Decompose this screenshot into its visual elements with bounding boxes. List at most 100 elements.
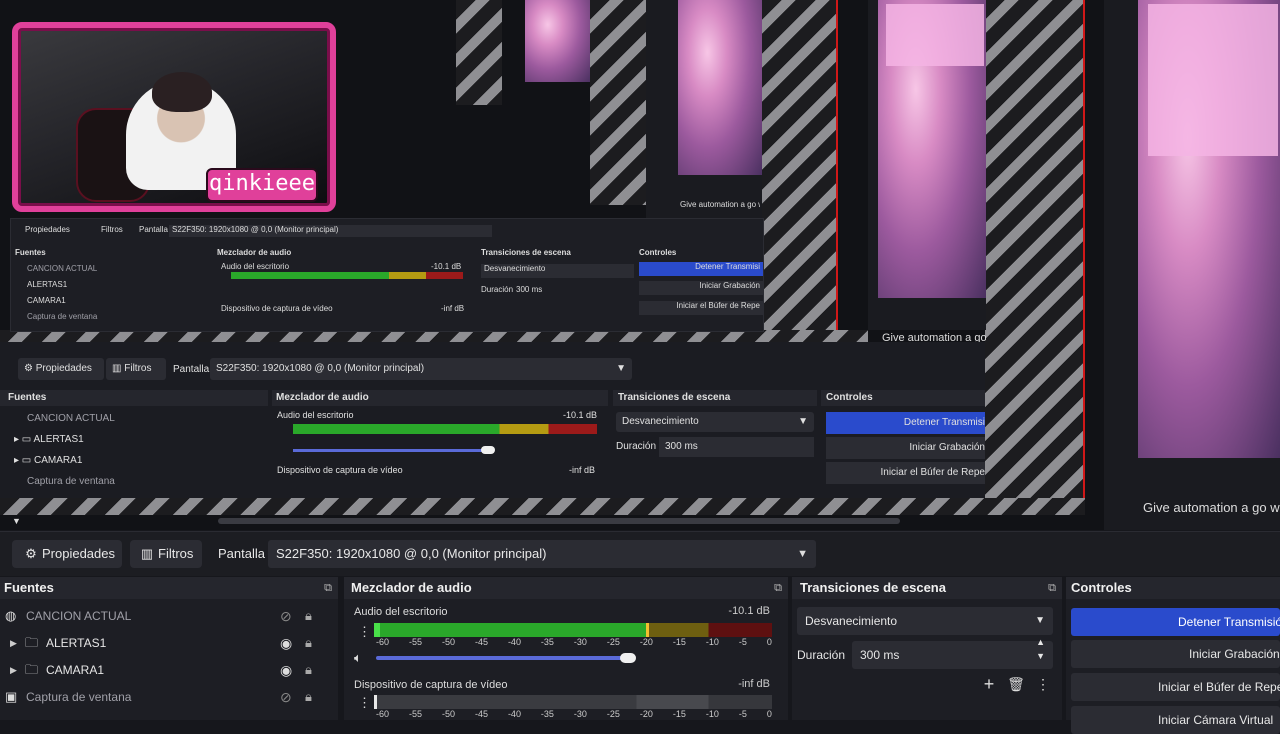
preview-red-edge <box>1083 0 1085 515</box>
nested-med-volume <box>293 449 493 452</box>
speaker-icon[interactable]: 🔈︎ <box>354 650 362 666</box>
channel-menu-icon[interactable]: ⋮ <box>358 624 371 640</box>
nested-small-src-3: Captura de ventana <box>27 312 98 321</box>
source-label: CAMARA1 <box>46 663 105 677</box>
stop-streaming-button[interactable]: Detener Transmisión <box>1071 608 1280 636</box>
expand-icon[interactable]: ▶ <box>10 657 17 683</box>
preview-stripes-small <box>590 0 646 205</box>
preview-canvas[interactable]: Give automation a go wit Give automation… <box>0 0 1280 530</box>
undock-icon[interactable]: ⧉ <box>1048 577 1056 599</box>
nested-med-pantalla: Pantalla <box>173 364 210 375</box>
nested-small-src-1: ALERTAS1 <box>27 280 68 289</box>
folder-icon: 🗀︎ <box>25 662 39 677</box>
start-virtual-camera-button[interactable]: Iniciar Cámara Virtual <box>1071 706 1280 734</box>
nested-small-src-2: CAMARA1 <box>27 296 66 305</box>
properties-button[interactable]: ⚙ Propiedades <box>12 540 122 568</box>
source-label: CANCION ACTUAL <box>26 609 132 623</box>
volume-slider-knob[interactable] <box>620 653 636 663</box>
eye-hidden-icon[interactable]: ⊘ <box>280 603 292 629</box>
preview-stripes-tiny <box>456 0 502 105</box>
spin-arrows-icon[interactable]: ▲ ▼ <box>1036 635 1045 663</box>
add-icon[interactable]: + <box>978 673 1000 695</box>
audio-meter-level <box>374 623 648 637</box>
preview-bottom-stripes <box>0 498 1085 515</box>
lock-icon[interactable]: 🔒︎ <box>305 603 312 629</box>
nested-small-btn-1: Iniciar Grabación <box>639 281 763 295</box>
nested-med-audio1-db: -10.1 dB <box>563 410 598 420</box>
eye-hidden-icon[interactable]: ⊘ <box>280 684 292 710</box>
preview-scroll-arrow[interactable]: ▼ <box>12 516 21 526</box>
nested-med-audio1: Audio del escritorio <box>277 410 354 420</box>
streamer-name-tag: qinkieee <box>206 168 318 202</box>
nested-med-properties-btn: ⚙ Propiedades <box>18 358 104 380</box>
nested-small-transiciones: Transiciones de escena <box>481 248 571 257</box>
nested-small-audio1: Audio del escritorio <box>221 262 290 271</box>
start-recording-button[interactable]: Iniciar Grabación <box>1071 640 1280 668</box>
automation-text-large: Give automation a go wit <box>1143 500 1280 515</box>
duration-spinbox[interactable]: 300 ms ▲ ▼ <box>852 637 1053 669</box>
nested-med-btn-1: Iniciar Grabación <box>826 437 985 459</box>
source-item[interactable]: ◍ CANCION ACTUAL ⊘ 🔒︎ <box>0 603 330 629</box>
source-item[interactable]: ▶ 🗀︎ ALERTAS1 ◉ 🔒︎ <box>0 630 330 656</box>
eye-icon[interactable]: ◉ <box>280 630 292 656</box>
controls-dock: Controles Detener Transmisión Iniciar Gr… <box>1066 577 1280 734</box>
filters-button[interactable]: ▥ Filtros <box>130 540 202 568</box>
lock-icon[interactable]: 🔒︎ <box>305 630 312 656</box>
streamer-hair <box>152 72 212 112</box>
nested-med-knob <box>481 446 495 454</box>
expand-icon[interactable]: ▶ <box>10 630 17 656</box>
filter-icon: ▥ <box>140 546 154 561</box>
eye-icon[interactable]: ◉ <box>280 657 292 683</box>
properties-label: Propiedades <box>42 546 115 561</box>
meter-ticks: -60 -55 -50 -45 -40 -35 -30 -25 -20 -15 -10 -5 0 <box>376 709 772 719</box>
preview-stripes-mid <box>762 0 838 340</box>
window-icon: ▣ <box>5 689 18 704</box>
undock-icon[interactable]: ⧉ <box>774 577 782 599</box>
screen-select[interactable]: S22F350: 1920x1080 @ 0,0 (Monitor princi… <box>268 540 816 568</box>
nested-med-audio2: Dispositivo de captura de vídeo <box>277 465 403 475</box>
preview-cloud-image-tiny <box>525 0 590 82</box>
channel-name: Dispositivo de captura de vídeo <box>354 679 508 691</box>
audio-meter-peak <box>374 695 377 709</box>
preview-pixel-art-medium <box>886 4 984 66</box>
channel-db: -inf dB <box>738 678 770 690</box>
more-options-icon[interactable]: ⋮ <box>1032 673 1054 695</box>
nested-small-properties: Propiedades <box>25 225 70 234</box>
nested-med-screen: S22F350: 1920x1080 @ 0,0 (Monitor princi… <box>210 358 632 380</box>
nested-small-pantalla: Pantalla <box>139 225 168 234</box>
screen-select-value: S22F350: 1920x1080 @ 0,0 (Monitor princi… <box>276 546 547 561</box>
trash-icon[interactable]: 🗑︎ <box>1005 673 1027 695</box>
nested-med-duration-label: Duración <box>616 441 657 452</box>
lock-icon[interactable]: 🔒︎ <box>305 684 312 710</box>
lock-icon[interactable]: 🔒︎ <box>305 657 312 683</box>
preview-cloud-image-small <box>678 0 762 175</box>
volume-slider[interactable] <box>376 656 628 660</box>
source-toolbar: ⚙ Propiedades ▥ Filtros Pantalla S22F350: … <box>0 531 1280 576</box>
audio-meter <box>374 623 772 637</box>
source-item[interactable]: ▶ 🗀︎ CAMARA1 ◉ 🔒︎ <box>0 657 330 683</box>
transition-select[interactable]: Desvanecimiento ▼ <box>797 607 1053 635</box>
automation-text-small: Give automation a go wit <box>680 200 760 209</box>
nested-small-audio2: Dispositivo de captura de vídeo <box>221 304 333 313</box>
gear-icon: ⚙ <box>25 546 37 561</box>
nested-small-transition: Desvanecimiento <box>481 264 634 278</box>
preview-hscrollbar[interactable] <box>218 518 900 524</box>
nested-obs-medium: ⚙ Propiedades ▥ Filtros Pantalla S22F350… <box>0 342 985 498</box>
channel-menu-icon[interactable]: ⋮ <box>358 695 371 711</box>
source-item[interactable]: ▣ Captura de ventana ⊘ 🔒︎ <box>0 684 330 710</box>
nested-med-transition: Desvanecimiento ▼ <box>616 412 814 432</box>
nested-small-audio2-db: -inf dB <box>441 304 465 313</box>
start-replay-buffer-button[interactable]: Iniciar el Búfer de Repe <box>1071 673 1280 701</box>
source-label: ALERTAS1 <box>46 636 107 650</box>
source-label: Captura de ventana <box>26 690 132 704</box>
meter-ticks: -60 -55 -50 -45 -40 -35 -30 -25 -20 -15 -10 -5 0 <box>376 637 772 647</box>
globe-icon: ◍ <box>5 608 17 623</box>
nested-small-mezclador: Mezclador de audio <box>217 248 292 257</box>
preview-red-edge-mid <box>836 0 838 340</box>
nested-small-src-0: CANCION ACTUAL <box>27 264 98 273</box>
nested-med-src-3: Captura de ventana <box>27 476 115 487</box>
undock-icon[interactable]: ⧉ <box>324 577 332 599</box>
audio-meter <box>374 695 772 709</box>
nested-med-src-0: CANCION ACTUAL <box>27 413 115 424</box>
nested-med-controles: Controles <box>821 390 985 406</box>
